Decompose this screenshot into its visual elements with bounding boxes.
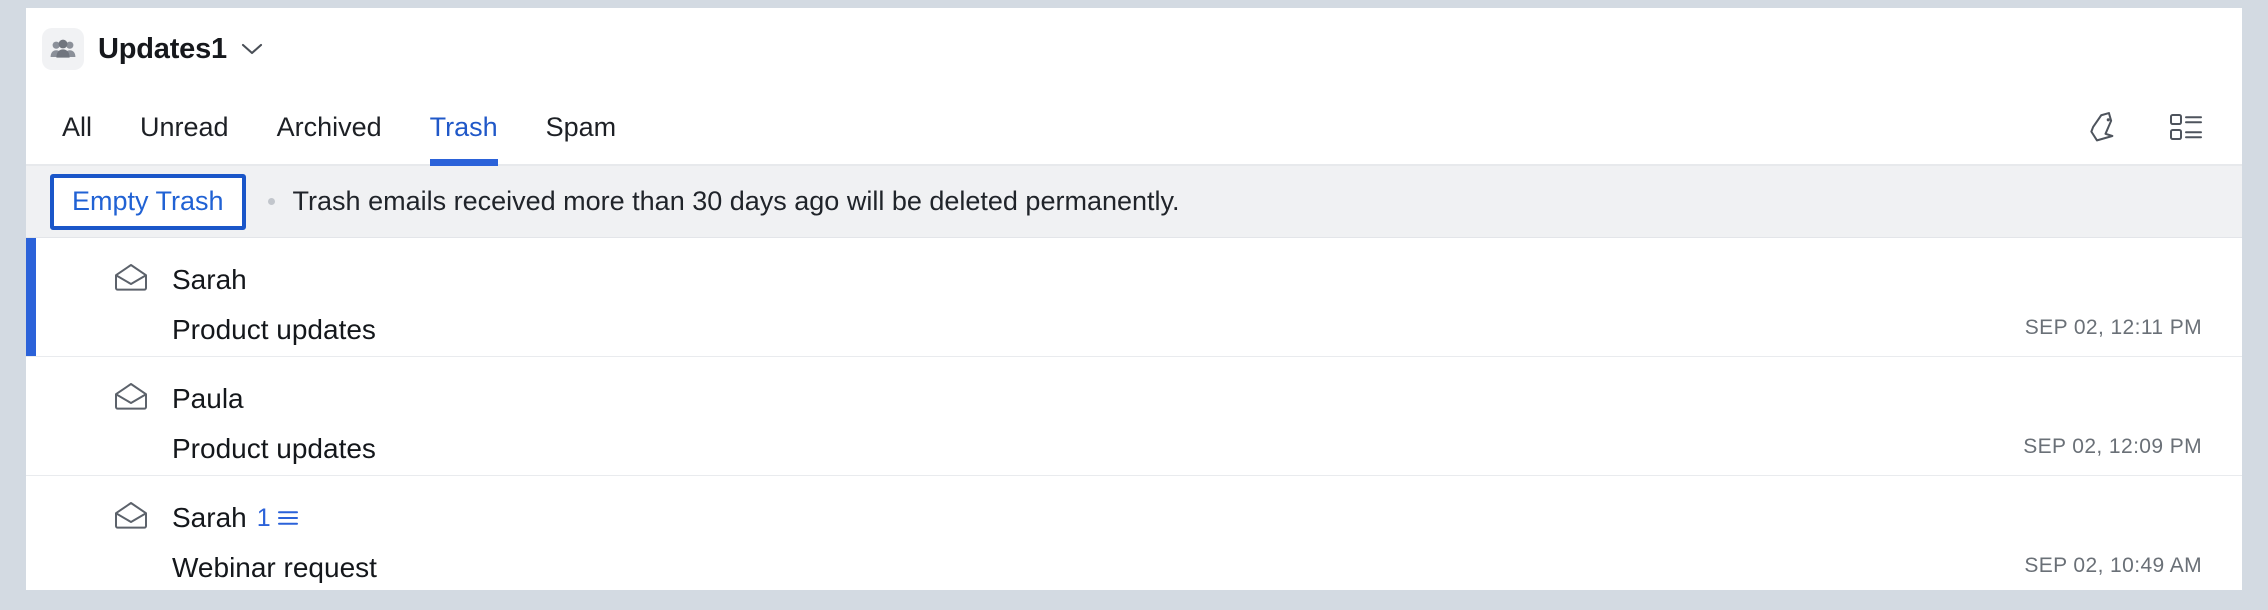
tab-all-label: All [62,111,93,142]
row-timestamp: SEP 02, 12:11 PM [2024,316,2202,339]
open-envelope-icon [114,263,148,291]
table-row[interactable]: Paula Product updates SEP 02, 12:09 PM [26,357,2242,476]
row-subject: Product updates [172,314,376,345]
row-timestamp: SEP 02, 10:49 AM [2024,554,2202,577]
tab-list: All Unread Archived Trash Spam [50,90,641,166]
tab-archived-label: Archived [276,111,382,142]
dot-separator [267,198,275,205]
toolbar-icons [2082,90,2216,164]
row-selected-accent [26,238,36,356]
thread-count-badge: 1 [256,503,271,532]
trash-notice-banner: Empty Trash Trash emails received more t… [26,166,2242,238]
row-content: Sarah Product updates [26,238,2025,346]
group-people-icon [42,28,84,70]
tab-spam[interactable]: Spam [522,90,641,164]
tabs-bar: All Unread Archived Trash Spam [26,90,2242,166]
tab-unread[interactable]: Unread [116,90,253,164]
row-sender-line: Paula [114,379,2023,419]
mail-list: Sarah Product updates SEP 02, 12:11 PM P… [26,238,2242,590]
page-title: Updates1 [98,32,227,65]
table-row[interactable]: Sarah Product updates SEP 02, 12:11 PM [26,238,2242,357]
row-sender-line: Sarah [114,260,2025,300]
tabs-spacer [640,90,2082,164]
open-envelope-icon [114,501,148,529]
row-content: Paula Product updates [26,357,2023,465]
row-sender: Paula [172,383,244,414]
chevron-down-icon[interactable] [241,42,263,56]
tab-trash-label: Trash [429,111,498,142]
row-selected-accent [26,357,36,475]
row-sender: Sarah [172,502,247,533]
open-envelope-icon [114,382,148,410]
tab-archived[interactable]: Archived [253,90,406,164]
tab-trash[interactable]: Trash [406,90,522,166]
trash-notice-text: Trash emails received more than 30 days … [292,186,1180,216]
tab-spam-label: Spam [545,111,617,142]
table-row[interactable]: Sarah 1 Webinar request SEP 02, 10:49 AM [26,476,2242,590]
mail-app-panel: Updates1 All Unread Archived Trash Spam [26,8,2242,590]
thread-list-icon[interactable] [277,509,299,527]
tag-icon[interactable] [2082,107,2122,147]
empty-trash-button[interactable]: Empty Trash [50,173,246,230]
row-content: Sarah 1 Webinar request [26,476,2024,584]
app-header: Updates1 [26,8,2242,90]
row-selected-accent [26,476,36,590]
tab-all[interactable]: All [50,90,116,164]
row-subject: Product updates [172,433,376,464]
list-view-icon[interactable] [2166,107,2206,147]
row-sender: Sarah [172,264,247,295]
row-timestamp: SEP 02, 12:09 PM [2023,435,2202,458]
row-sender-line: Sarah 1 [114,498,2024,538]
tab-unread-label: Unread [140,111,229,142]
row-subject: Webinar request [172,552,377,583]
